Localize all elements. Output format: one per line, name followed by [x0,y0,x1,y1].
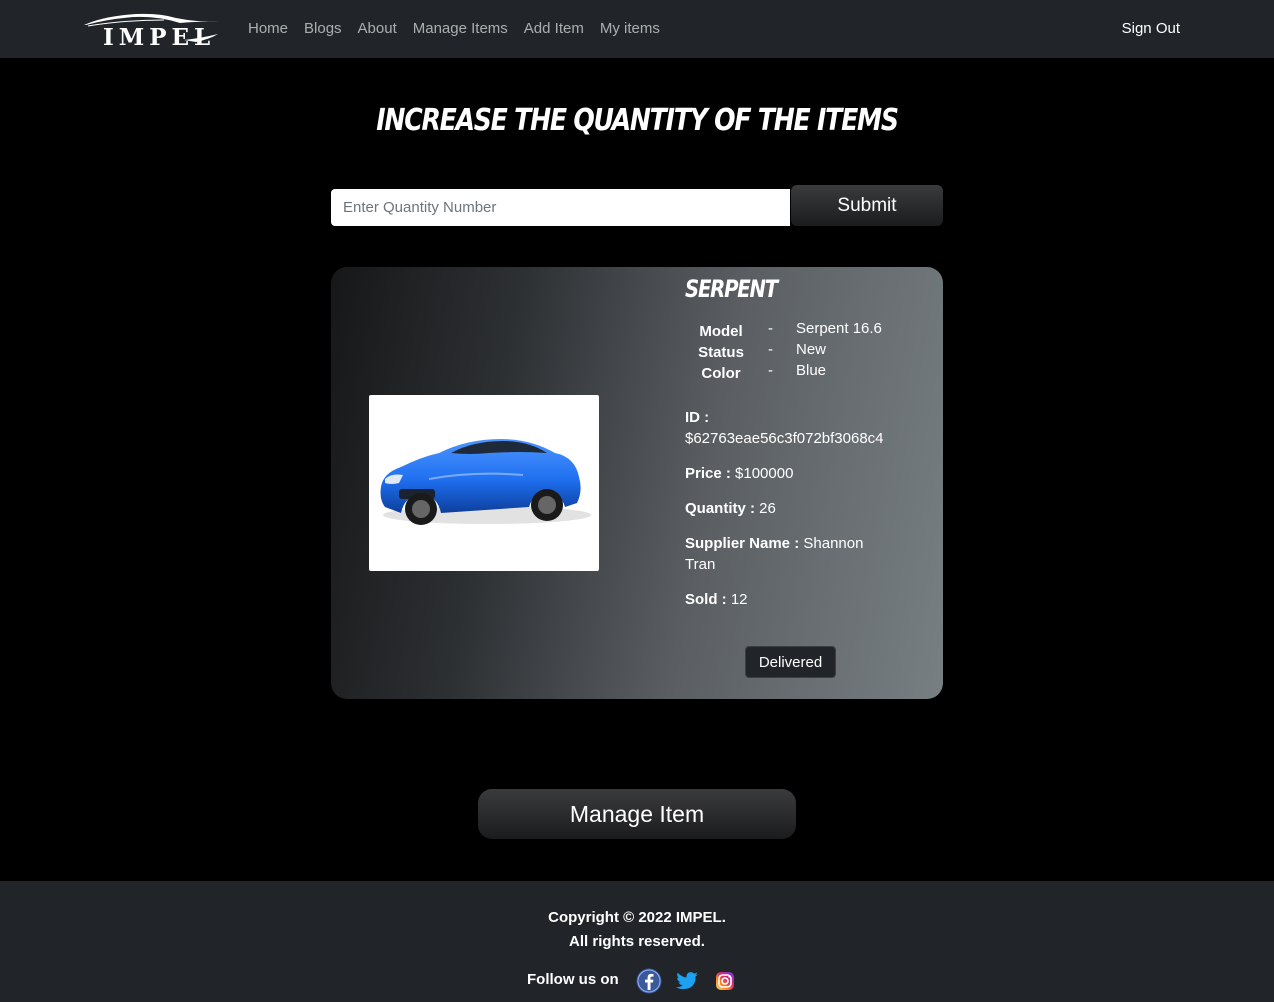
sign-out-link[interactable]: Sign Out [1122,20,1180,37]
id-value: $62763eae56c3f072bf3068c4 [685,430,884,447]
spec-row-color: Color - Blue [685,362,915,383]
follow-us-label: Follow us on [527,971,619,988]
item-sold: Sold : 12 [685,589,905,610]
nav-links: Home Blogs About Manage Items Add Item M… [248,20,660,37]
nav-link-manage-items[interactable]: Manage Items [413,20,508,37]
spec-label: Status [698,344,744,361]
nav-link-blogs[interactable]: Blogs [304,20,342,37]
quantity-value: 26 [759,500,776,517]
footer: Copyright © 2022 IMPEL. All rights reser… [0,881,1274,1002]
nav-link-home[interactable]: Home [248,20,288,37]
price-value: $100000 [735,465,794,482]
price-label: Price : [685,465,731,482]
item-card: Serpent Model - Serpent 16.6 Status - Ne… [331,267,943,699]
item-name: Serpent [685,275,778,303]
spec-value: Blue [796,362,827,379]
spec-row-status: Status - New [685,341,915,362]
spec-row-model: Model - Serpent 16.6 [685,320,915,341]
nav-link-add-item[interactable]: Add Item [524,20,584,37]
twitter-icon[interactable] [674,968,700,994]
nav-link-my-items[interactable]: My items [600,20,660,37]
brand-name: IMPEL [103,24,216,51]
spec-value: Serpent 16.6 [796,320,882,337]
item-supplier: Supplier Name : Shannon Tran [685,533,885,575]
manage-item-button[interactable]: Manage Item [478,789,796,839]
spec-label: Color [701,365,741,382]
sold-label: Sold : [685,591,727,608]
item-id: ID : $62763eae56c3f072bf3068c4 [685,407,905,449]
blue-sports-car-icon [380,439,591,525]
id-label: ID : [685,409,710,426]
sold-value: 12 [730,591,748,608]
spec-label: Model [699,323,743,340]
delivered-button[interactable]: Delivered [745,646,836,678]
item-quantity: Quantity : 26 [685,498,905,519]
spec-dash: - [768,362,773,379]
quantity-label: Quantity : [685,500,755,517]
supplier-label: Supplier Name : [685,535,800,552]
instagram-icon[interactable] [712,968,738,994]
spec-dash: - [768,320,773,337]
copyright-text: Copyright © 2022 IMPEL. [548,909,726,926]
spec-value: New [796,341,827,358]
rights-text: All rights reserved. [569,933,705,950]
submit-button[interactable]: Submit [791,185,943,226]
nav-link-about[interactable]: About [358,20,397,37]
brand-logo[interactable]: IMPEL [84,10,224,51]
quantity-input[interactable] [331,189,790,226]
navbar: IMPEL Home Blogs About Manage Items Add … [0,0,1274,58]
item-image [369,395,599,571]
spec-dash: - [768,341,773,358]
page-title: Increase the Quantity of the items [376,103,899,138]
facebook-icon[interactable] [636,968,662,994]
item-price: Price : $100000 [685,463,905,484]
